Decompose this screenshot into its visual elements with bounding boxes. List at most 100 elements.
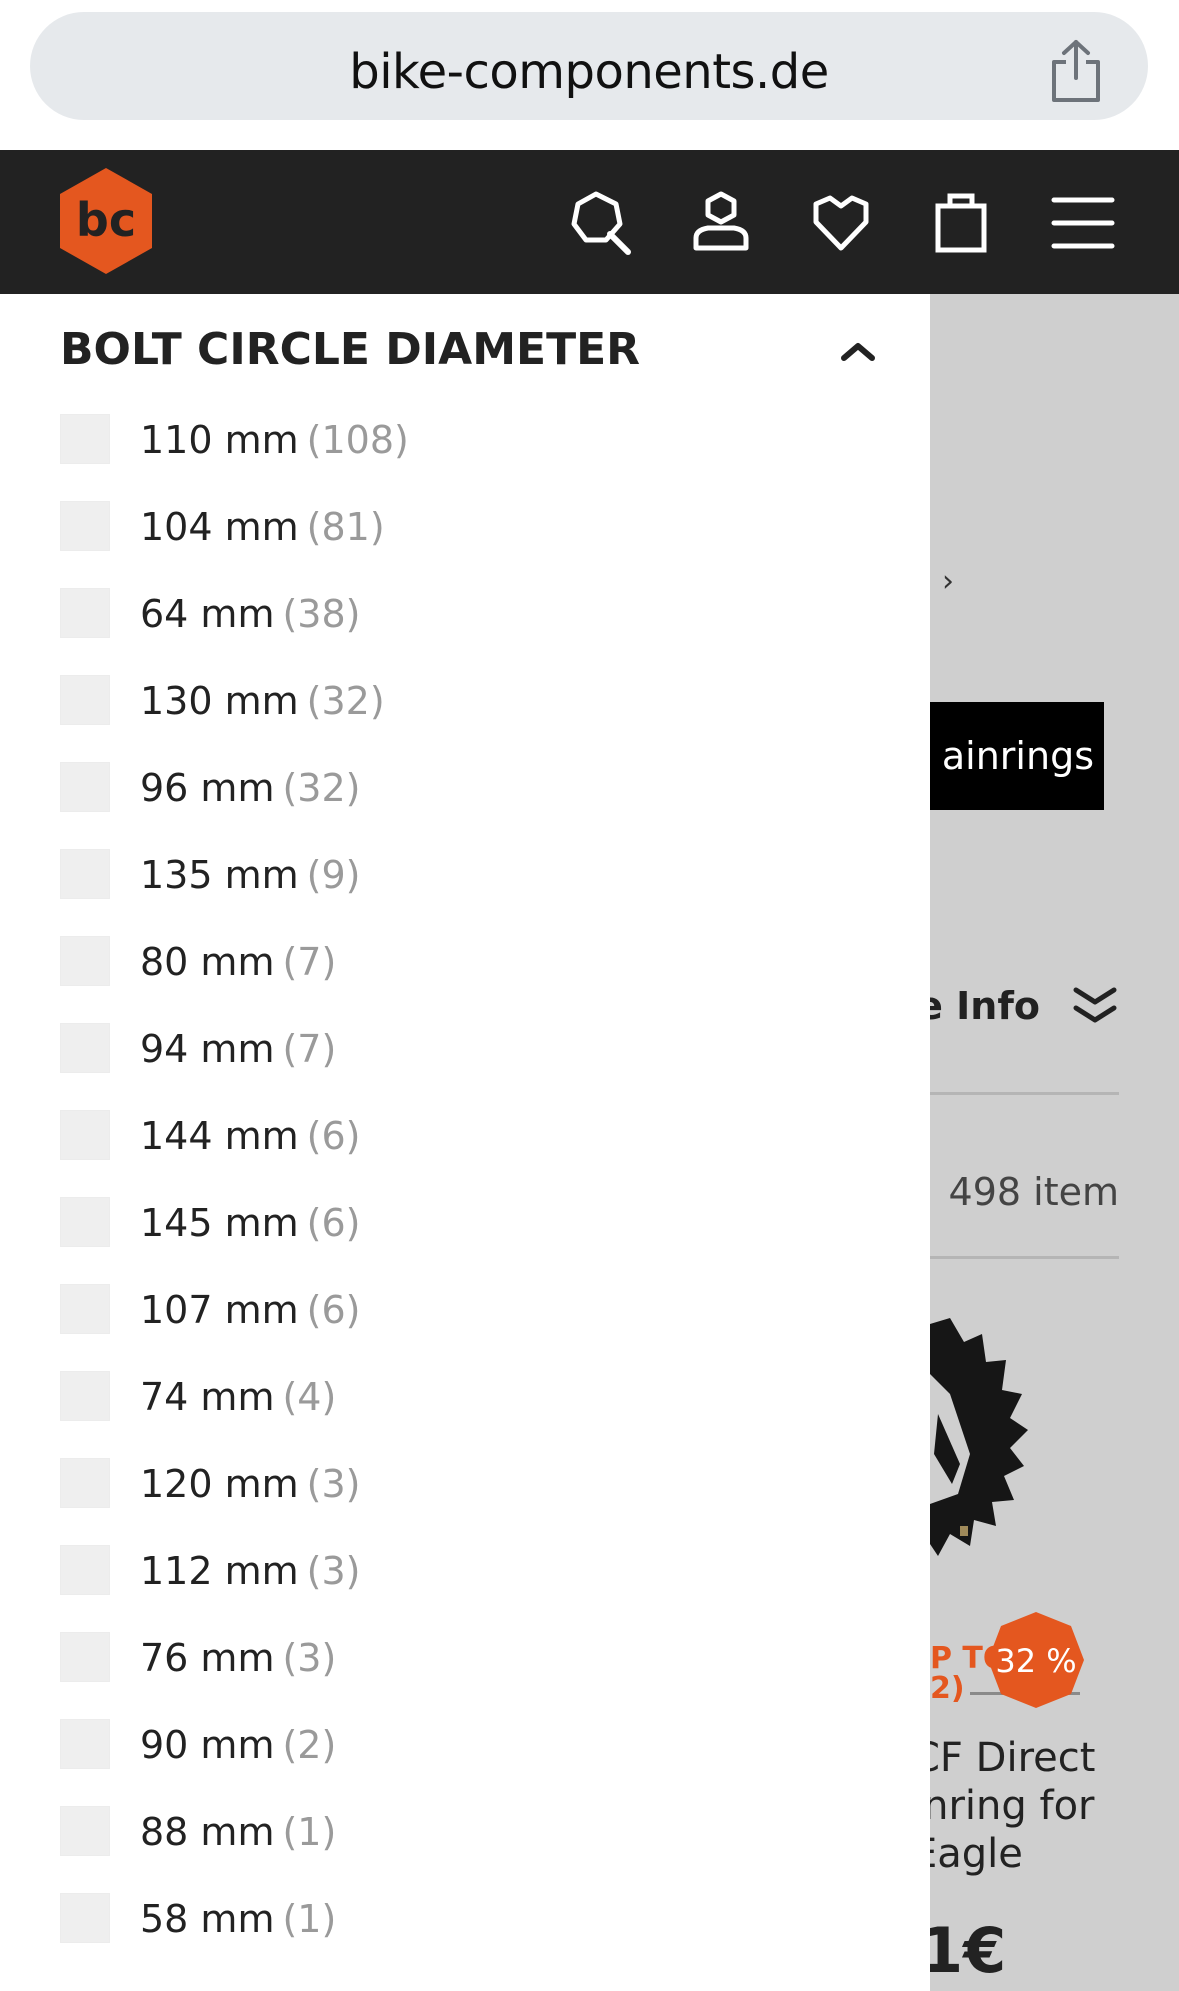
filter-checkbox[interactable] — [60, 501, 110, 551]
option-count: (108) — [306, 418, 409, 462]
filter-checkbox[interactable] — [60, 936, 110, 986]
filter-option[interactable]: 64 mm (38) — [60, 588, 880, 642]
divider — [930, 1092, 1119, 1095]
option-value: 58 mm — [140, 1897, 275, 1941]
filter-option[interactable]: 107 mm (6) — [60, 1284, 880, 1338]
filter-option-label[interactable]: 58 mm (1) — [140, 1897, 336, 1941]
filter-option[interactable]: 144 mm (6) — [60, 1110, 880, 1164]
filter-option-label[interactable]: 94 mm (7) — [140, 1027, 336, 1071]
filter-checkbox[interactable] — [60, 1197, 110, 1247]
address-bar[interactable]: bike-components.de — [30, 12, 1148, 120]
option-value: 94 mm — [140, 1027, 275, 1071]
filter-checkbox[interactable] — [60, 1545, 110, 1595]
filter-option[interactable]: 130 mm (32) — [60, 675, 880, 729]
filter-option[interactable]: 110 mm (108) — [60, 414, 880, 468]
filter-option-label[interactable]: 104 mm (81) — [140, 505, 385, 549]
filter-checkbox[interactable] — [60, 762, 110, 812]
filter-option-label[interactable]: 74 mm (4) — [140, 1375, 336, 1419]
filter-checkbox[interactable] — [60, 1371, 110, 1421]
filter-option-label[interactable]: 64 mm (38) — [140, 592, 360, 636]
filter-checkbox[interactable] — [60, 588, 110, 638]
option-count: (7) — [282, 1027, 337, 1071]
search-icon[interactable] — [568, 190, 634, 256]
filter-checkbox[interactable] — [60, 1458, 110, 1508]
option-count: (6) — [306, 1201, 361, 1245]
option-count: (3) — [282, 1636, 337, 1680]
filter-option[interactable]: 80 mm (7) — [60, 936, 880, 990]
filter-option[interactable]: 135 mm (9) — [60, 849, 880, 903]
option-count: (7) — [282, 940, 337, 984]
filter-checkbox[interactable] — [60, 1023, 110, 1073]
option-count: (4) — [282, 1375, 337, 1419]
chainring-image[interactable] — [930, 1304, 1080, 1624]
svg-text:bc: bc — [76, 193, 136, 247]
filter-option-label[interactable]: 130 mm (32) — [140, 679, 385, 723]
filter-option[interactable]: 104 mm (81) — [60, 501, 880, 555]
filter-checkbox[interactable] — [60, 414, 110, 464]
logo-icon[interactable]: bc — [56, 166, 156, 276]
filter-drawer: BOLT CIRCLE DIAMETER 110 mm (108) 104 mm (8… — [0, 294, 930, 1991]
url-text[interactable]: bike-components.de — [30, 44, 1148, 100]
filter-checkbox[interactable] — [60, 675, 110, 725]
option-count: (9) — [306, 853, 361, 897]
filter-option[interactable]: 94 mm (7) — [60, 1023, 880, 1077]
product-title[interactable]: CF Direct inring for Eagle — [930, 1734, 1095, 1878]
filter-checkbox[interactable] — [60, 1284, 110, 1334]
category-button[interactable]: ainrings — [930, 702, 1104, 810]
filter-option-label[interactable]: 80 mm (7) — [140, 940, 336, 984]
filter-option-label[interactable]: 110 mm (108) — [140, 418, 409, 462]
option-count: (3) — [306, 1549, 361, 1593]
option-count: (38) — [282, 592, 361, 636]
account-icon[interactable] — [688, 190, 754, 256]
option-value: 80 mm — [140, 940, 275, 984]
filter-option[interactable]: 96 mm (32) — [60, 762, 880, 816]
option-value: 145 mm — [140, 1201, 299, 1245]
option-value: 107 mm — [140, 1288, 299, 1332]
filter-option[interactable]: 58 mm (1) — [60, 1893, 880, 1947]
share-icon[interactable] — [1046, 38, 1106, 104]
double-chevron-down-icon — [1073, 987, 1117, 1023]
filter-option-label[interactable]: 96 mm (32) — [140, 766, 360, 810]
filter-checkbox[interactable] — [60, 1719, 110, 1769]
menu-icon[interactable] — [1050, 190, 1116, 256]
filter-option-label[interactable]: 76 mm (3) — [140, 1636, 336, 1680]
filter-option[interactable]: 74 mm (4) — [60, 1371, 880, 1425]
site-header: bc — [0, 150, 1179, 294]
option-value: 120 mm — [140, 1462, 299, 1506]
filter-option[interactable]: 112 mm (3) — [60, 1545, 880, 1599]
option-value: 96 mm — [140, 766, 275, 810]
filter-option-label[interactable]: 90 mm (2) — [140, 1723, 336, 1767]
option-value: 74 mm — [140, 1375, 275, 1419]
chevron-up-icon[interactable] — [838, 338, 878, 364]
filter-option-label[interactable]: 107 mm (6) — [140, 1288, 360, 1332]
breadcrumb-chevron[interactable]: › — [942, 564, 954, 599]
filter-option-label[interactable]: 135 mm (9) — [140, 853, 360, 897]
cart-icon[interactable] — [928, 190, 994, 256]
filter-option-label[interactable]: 144 mm (6) — [140, 1114, 360, 1158]
filter-title[interactable]: BOLT CIRCLE DIAMETER — [60, 324, 640, 375]
filter-checkbox[interactable] — [60, 1110, 110, 1160]
filter-option[interactable]: 120 mm (3) — [60, 1458, 880, 1512]
option-count: (32) — [282, 766, 361, 810]
filter-checkbox[interactable] — [60, 1632, 110, 1682]
filter-option-label[interactable]: 120 mm (3) — [140, 1462, 360, 1506]
filter-option[interactable]: 145 mm (6) — [60, 1197, 880, 1251]
filter-option-label[interactable]: 112 mm (3) — [140, 1549, 360, 1593]
filter-checkbox[interactable] — [60, 1806, 110, 1856]
option-value: 130 mm — [140, 679, 299, 723]
filter-option[interactable]: 88 mm (1) — [60, 1806, 880, 1860]
filter-option[interactable]: 90 mm (2) — [60, 1719, 880, 1773]
option-value: 104 mm — [140, 505, 299, 549]
option-value: 64 mm — [140, 592, 275, 636]
option-count: (6) — [306, 1114, 361, 1158]
option-value: 135 mm — [140, 853, 299, 897]
option-count: (6) — [306, 1288, 361, 1332]
filter-checkbox[interactable] — [60, 849, 110, 899]
filter-checkbox[interactable] — [60, 1893, 110, 1943]
filter-option-label[interactable]: 88 mm (1) — [140, 1810, 336, 1854]
browser-bar: bike-components.de — [0, 0, 1179, 150]
wishlist-icon[interactable] — [808, 190, 874, 256]
filter-option-label[interactable]: 145 mm (6) — [140, 1201, 360, 1245]
more-info-toggle[interactable]: e Info — [930, 984, 1130, 1084]
filter-option[interactable]: 76 mm (3) — [60, 1632, 880, 1686]
